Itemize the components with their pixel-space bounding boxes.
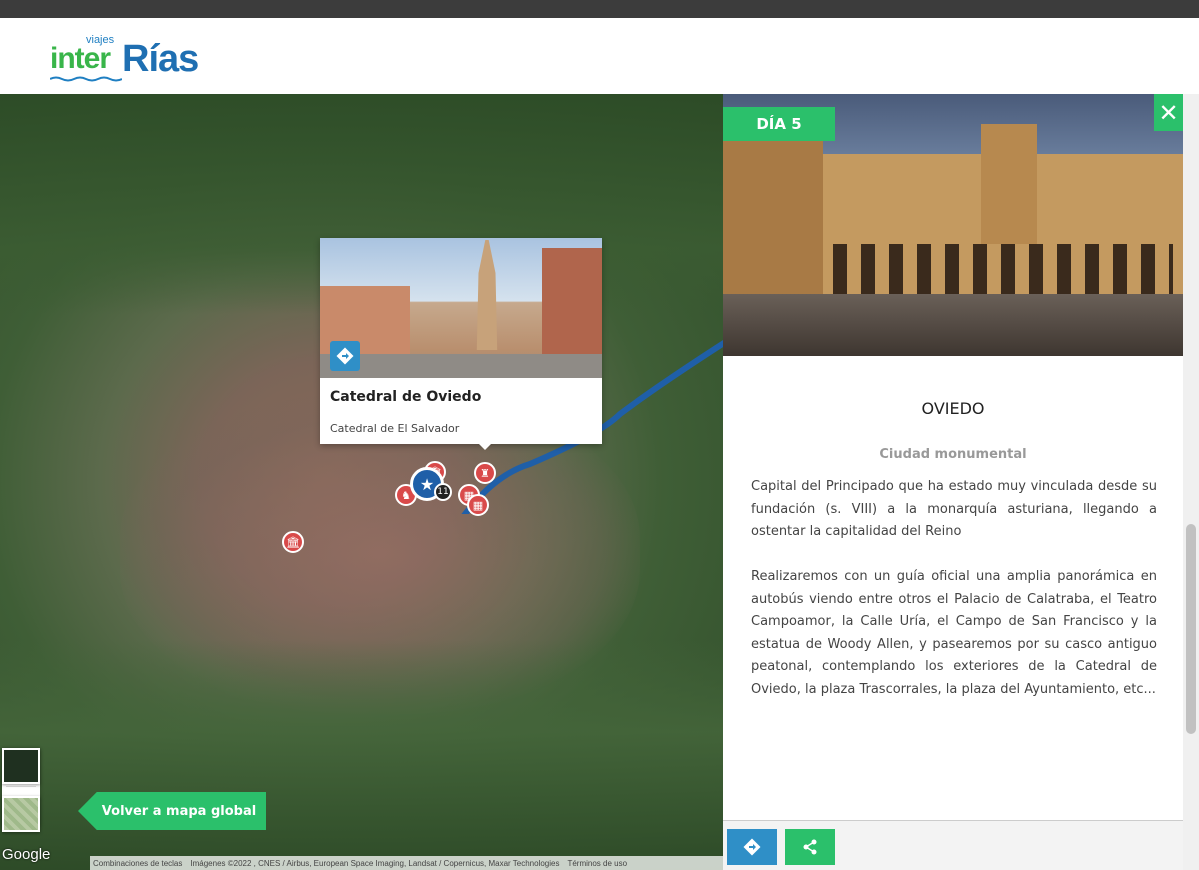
close-icon: ✕ bbox=[1158, 98, 1179, 127]
description-paragraph-1: Capital del Principado que ha estado muy… bbox=[751, 479, 1157, 539]
directions-icon bbox=[336, 347, 354, 365]
logo-wave-icon bbox=[50, 76, 122, 82]
close-panel-button[interactable]: ✕ bbox=[1154, 94, 1183, 131]
panel-footer-toolbar bbox=[723, 820, 1183, 870]
map-marker-castle[interactable]: ♜ bbox=[474, 462, 496, 484]
logo-rias-text: Rías bbox=[122, 38, 199, 80]
browser-top-strip bbox=[0, 0, 1199, 18]
day-badge: DÍA 5 bbox=[723, 107, 835, 141]
site-header: viajes inter Rías bbox=[0, 18, 1199, 94]
share-button[interactable] bbox=[785, 829, 835, 865]
directions-button[interactable] bbox=[727, 829, 777, 865]
terms-of-use-link[interactable]: Términos de uso bbox=[567, 859, 627, 868]
keyboard-shortcuts-link[interactable]: Combinaciones de teclas bbox=[93, 859, 182, 868]
logo-inter-text: inter bbox=[50, 42, 111, 75]
share-icon bbox=[803, 839, 817, 855]
map-info-popup: Catedral de Oviedo Catedral de El Salvad… bbox=[320, 238, 602, 450]
map-attribution: Combinaciones de teclas Imágenes ©2022 ,… bbox=[90, 856, 723, 870]
map-layer-terrain-thumb[interactable] bbox=[2, 796, 40, 832]
popup-title: Catedral de Oviedo bbox=[330, 389, 482, 405]
scrollbar-thumb[interactable] bbox=[1186, 524, 1196, 734]
popup-directions-button[interactable] bbox=[330, 341, 360, 371]
map-marker-building-2[interactable]: ▦ bbox=[467, 494, 489, 516]
page-scrollbar[interactable] bbox=[1183, 94, 1199, 870]
popup-subtitle: Catedral de El Salvador bbox=[330, 422, 460, 435]
satellite-map[interactable]: 🏛 ♞ 🏛 ♜ ▦ ▦ ★ 11 + − Volver a mapa globa… bbox=[0, 94, 723, 870]
directions-icon bbox=[743, 838, 761, 856]
city-tagline: Ciudad monumental bbox=[879, 447, 1027, 462]
imagery-attribution: Imágenes ©2022 , CNES / Airbus, European… bbox=[190, 858, 560, 868]
description-paragraph-2: Realizaremos con un guía oficial una amp… bbox=[751, 569, 1157, 697]
city-title: OVIEDO bbox=[921, 399, 985, 418]
map-layer-satellite-thumb[interactable] bbox=[2, 748, 40, 784]
google-logo: Google bbox=[2, 846, 51, 863]
cathedral-photo bbox=[320, 238, 602, 378]
map-marker-museum[interactable]: 🏛 bbox=[282, 531, 304, 553]
day-detail-panel: DÍA 5 ✕ OVIEDO Ciudad monumental Capital… bbox=[723, 94, 1183, 870]
viajes-interrias-logo[interactable]: viajes inter Rías bbox=[50, 32, 220, 82]
map-marker-cluster-count[interactable]: 11 bbox=[434, 483, 452, 501]
back-to-global-map-button[interactable]: Volver a mapa global bbox=[78, 792, 266, 830]
